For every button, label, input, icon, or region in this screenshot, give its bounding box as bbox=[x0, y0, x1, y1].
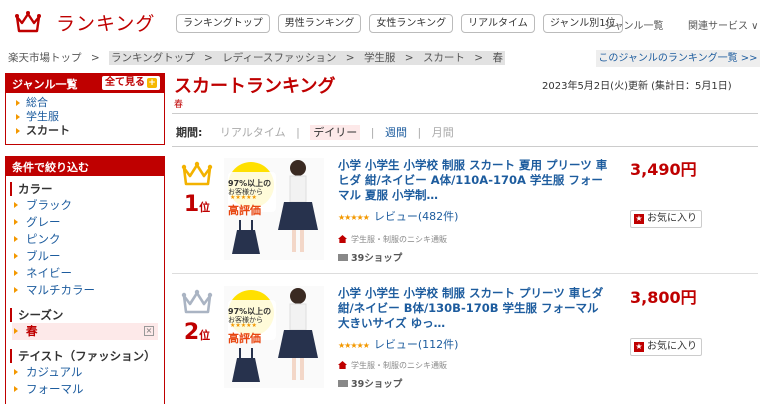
breadcrumb-ladies-fashion[interactable]: レディースファッション bbox=[222, 52, 336, 64]
star-icon: ★ bbox=[634, 342, 644, 352]
page-title: スカートランキング bbox=[174, 76, 336, 97]
nav-ranking-top[interactable]: ランキングトップ bbox=[176, 14, 270, 33]
gold-crown-icon bbox=[181, 161, 213, 186]
price: 3,800円 bbox=[630, 288, 697, 307]
review: ★★★★★ レビュー(482件) bbox=[338, 208, 458, 224]
product-title-link[interactable]: 小学 小学生 小学校 制服 スカート プリーツ 車ヒダ 紺/ネイビー B体/13… bbox=[338, 286, 610, 331]
tab-monthly[interactable]: 月間 bbox=[432, 126, 454, 139]
genre-item-uniform[interactable]: 学生服 bbox=[14, 110, 156, 124]
review: ★★★★★ レビュー(112件) bbox=[338, 336, 458, 352]
review-link[interactable]: レビュー(482件) bbox=[374, 210, 459, 223]
product-image[interactable]: 97%以上の お客様から ★★★★★ 高評価 bbox=[224, 158, 324, 260]
model-figure bbox=[278, 288, 318, 380]
shop-home-icon bbox=[338, 235, 347, 243]
rank-badge: 2位 bbox=[180, 288, 214, 345]
star-icon: ★ bbox=[634, 214, 644, 224]
divider bbox=[172, 113, 758, 114]
taste-group-title: テイスト（ファッション） bbox=[10, 349, 160, 363]
tab-weekly[interactable]: 週間 bbox=[385, 126, 407, 139]
filter-box-title: 条件で絞り込む bbox=[6, 157, 164, 176]
period-tabs: 期間: リアルタイム | デイリー | 週間 | 月間 bbox=[176, 125, 454, 140]
plus-icon: + bbox=[147, 78, 157, 88]
tab-daily: デイリー bbox=[310, 125, 361, 140]
genre-box-header: ジャンル一覧 全て見る + bbox=[6, 74, 164, 93]
season-group-title: シーズン bbox=[10, 308, 160, 322]
model-figure bbox=[278, 160, 318, 252]
taste-list: カジュアル フォーマル bbox=[6, 363, 164, 399]
shop-name: 学生服・制服のニシキ通販 bbox=[338, 360, 447, 371]
product-image[interactable]: 97%以上の お客様から ★★★★★ 高評価 bbox=[224, 286, 324, 388]
breadcrumb-current: 春 bbox=[492, 52, 503, 64]
taste-formal[interactable]: フォーマル bbox=[12, 381, 158, 398]
skirt-figure bbox=[232, 220, 260, 254]
color-pink[interactable]: ピンク bbox=[12, 231, 158, 248]
breadcrumb-skirt[interactable]: スカート bbox=[423, 52, 465, 64]
genre-list: 総合 学生服 スカート bbox=[6, 93, 164, 141]
price: 3,490円 bbox=[630, 160, 697, 179]
season-list: 春 × bbox=[6, 322, 164, 341]
genre-box-title: ジャンル一覧 bbox=[12, 78, 78, 91]
genre-item-all[interactable]: 総合 bbox=[14, 96, 156, 110]
tab-realtime[interactable]: リアルタイム bbox=[220, 126, 286, 139]
silver-crown-icon bbox=[181, 289, 213, 314]
related-services-dropdown[interactable]: 関連サービス ∨ bbox=[688, 17, 759, 32]
shop-home-icon bbox=[338, 361, 347, 369]
breadcrumb: 楽天市場トップ > ランキングトップ > レディースファッション > 学生服 >… bbox=[8, 51, 505, 65]
shop-name: 学生服・制服のニシキ通販 bbox=[338, 234, 447, 245]
truck-icon bbox=[338, 254, 348, 261]
color-group-title: カラー bbox=[10, 182, 160, 196]
rating-stars-icon: ★★★★★ bbox=[338, 213, 370, 222]
shipping-badge: 39ショップ bbox=[338, 250, 402, 264]
review-link[interactable]: レビュー(112件) bbox=[374, 338, 459, 351]
skirt-figure bbox=[232, 348, 260, 382]
rank-number: 1 bbox=[183, 192, 200, 217]
period-label: 期間: bbox=[176, 126, 203, 139]
color-gray[interactable]: グレー bbox=[12, 214, 158, 231]
ranking-item: 1位 97%以上の お客様から ★★★★★ 高評価 小学 小学生 小学校 制服 … bbox=[172, 154, 758, 272]
genre-ranking-list-link[interactable]: このジャンルのランキング一覧 >> bbox=[596, 50, 760, 67]
logo[interactable]: ランキング bbox=[14, 8, 155, 36]
color-multi[interactable]: マルチカラー bbox=[12, 282, 158, 299]
page-subtitle: 春 bbox=[174, 100, 184, 110]
nav-male-ranking[interactable]: 男性ランキング bbox=[277, 14, 362, 33]
rank-number: 2 bbox=[183, 320, 200, 345]
truck-icon bbox=[338, 380, 348, 387]
nav-realtime[interactable]: リアルタイム bbox=[461, 14, 535, 33]
nav-female-ranking[interactable]: 女性ランキング bbox=[369, 14, 454, 33]
season-selected-spring: 春 × bbox=[12, 323, 158, 340]
shipping-badge: 39ショップ bbox=[338, 376, 402, 390]
logo-text: ランキング bbox=[56, 12, 156, 35]
genre-box: ジャンル一覧 全て見る + 総合 学生服 スカート bbox=[5, 73, 165, 145]
divider bbox=[172, 146, 758, 147]
product-title-link[interactable]: 小学 小学生 小学校 制服 スカート 夏用 プリーツ 車ヒダ 紺/ネイビー A体… bbox=[338, 158, 610, 203]
rating-stars-icon: ★★★★★ bbox=[338, 341, 370, 350]
filter-box: 条件で絞り込む カラー ブラック グレー ピンク ブルー ネイビー マルチカラー… bbox=[5, 156, 165, 404]
divider bbox=[172, 273, 758, 274]
color-navy[interactable]: ネイビー bbox=[12, 265, 158, 282]
update-date: 2023年5月2日(火)更新 (集計日：5月1日) bbox=[542, 81, 732, 92]
top-nav: ランキングトップ 男性ランキング 女性ランキング リアルタイム ジャンル別1位 bbox=[176, 14, 623, 33]
genre-list-link[interactable]: ジャンル一覧 bbox=[604, 17, 664, 32]
crown-icon bbox=[15, 11, 41, 33]
color-blue[interactable]: ブルー bbox=[12, 248, 158, 265]
top-bar: ランキング ランキングトップ 男性ランキング 女性ランキング リアルタイム ジャ… bbox=[0, 0, 764, 44]
taste-casual[interactable]: カジュアル bbox=[12, 364, 158, 381]
breadcrumb-school-uniform[interactable]: 学生服 bbox=[364, 52, 396, 64]
color-list: ブラック グレー ピンク ブルー ネイビー マルチカラー bbox=[6, 196, 164, 300]
favorite-button[interactable]: ★ お気に入り bbox=[630, 338, 702, 356]
remove-filter-icon[interactable]: × bbox=[144, 326, 154, 336]
genre-item-skirt: スカート bbox=[14, 124, 156, 138]
favorite-button[interactable]: ★ お気に入り bbox=[630, 210, 702, 228]
rank-badge: 1位 bbox=[180, 160, 214, 217]
breadcrumb-ranking-top[interactable]: ランキングトップ bbox=[111, 52, 195, 64]
see-all-button[interactable]: 全て見る + bbox=[102, 76, 160, 90]
color-black[interactable]: ブラック bbox=[12, 197, 158, 214]
breadcrumb-rakuten-top[interactable]: 楽天市場トップ bbox=[8, 52, 82, 64]
ranking-item: 2位 97%以上の お客様から ★★★★★ 高評価 小学 小学生 小学校 制服 … bbox=[172, 282, 758, 404]
